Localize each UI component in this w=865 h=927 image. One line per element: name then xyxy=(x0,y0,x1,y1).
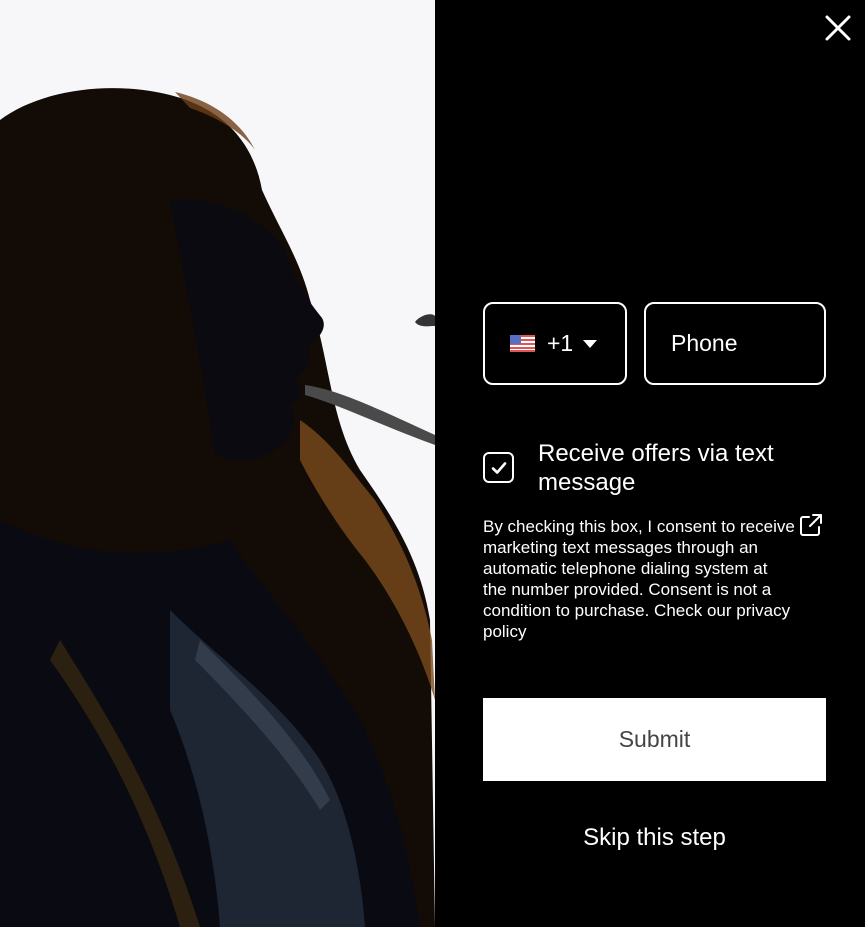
page-title: GET BLACK FRIDAY DEALS xyxy=(484,32,814,267)
close-icon xyxy=(825,15,851,41)
woman-silhouette-image xyxy=(0,0,435,927)
privacy-policy-link[interactable] xyxy=(798,512,824,538)
headline-line-1: GET BLACK xyxy=(484,32,814,121)
phone-input[interactable] xyxy=(644,302,826,385)
close-button[interactable] xyxy=(824,14,852,42)
submit-button[interactable]: Submit xyxy=(483,698,826,781)
consent-text: By checking this box, I consent to recei… xyxy=(483,517,795,641)
country-code-select[interactable]: +1 xyxy=(483,302,627,385)
checkmark-icon xyxy=(491,461,506,474)
headline-line-3: DEALS xyxy=(484,178,676,267)
caret-down-icon xyxy=(583,339,598,348)
us-flag-icon xyxy=(510,335,535,352)
hero-photo xyxy=(0,0,435,927)
sms-opt-in-label[interactable]: Receive offers via text message xyxy=(538,439,828,497)
skip-step-link[interactable]: Skip this step xyxy=(483,824,826,852)
headline-line-2: FRIDAY xyxy=(484,105,690,194)
sms-opt-in-checkbox[interactable] xyxy=(483,452,514,483)
dial-code: +1 xyxy=(547,330,574,356)
external-link-icon xyxy=(800,514,822,536)
